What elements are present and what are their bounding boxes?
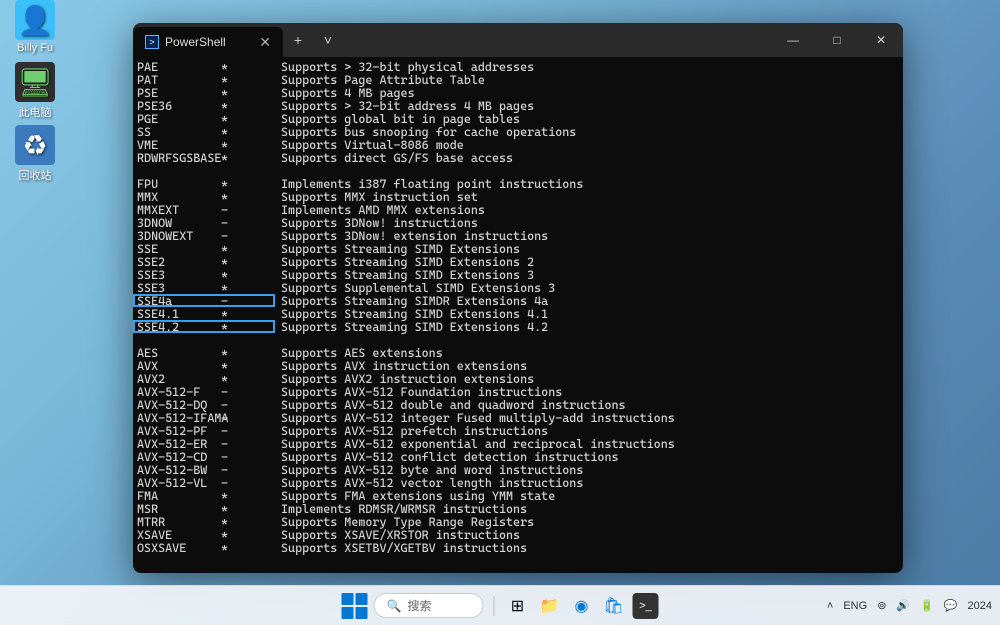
terminal-window: > PowerShell ✕ + ˅ — □ ✕ PAE*Supports > … [133,23,903,573]
file-explorer-icon[interactable]: 📁 [537,593,563,619]
terminal-row: 3DNOWEXT-Supports 3DNow! extension instr… [137,230,903,243]
edge-icon[interactable]: ◉ [569,593,595,619]
terminal-row: VME*Supports Virtual-8086 mode [137,139,903,152]
terminal-row: PSE36*Supports > 32-bit address 4 MB pag… [137,100,903,113]
titlebar-drag-region[interactable] [343,23,771,57]
minimize-button[interactable]: — [771,23,815,57]
terminal-row: MMX*Supports MMX instruction set [137,191,903,204]
taskbar: 🔍 搜索 ⊞ 📁 ◉ 🛍 >_ ˄ ENG ⊚ 🔊 🔋 💬 2024 [0,585,1000,625]
tab-title: PowerShell [165,35,226,49]
desktop-icon-label: Billy Fu [17,42,53,54]
tab-dropdown-button[interactable]: ˅ [313,23,343,57]
search-icon: 🔍 [387,599,402,613]
terminal-row: OSXSAVE*Supports XSETBV/XGETBV instructi… [137,542,903,555]
close-button[interactable]: ✕ [859,23,903,57]
terminal-row: SS*Supports bus snooping for cache opera… [137,126,903,139]
desktop-icon-recycle-bin[interactable]: ♻ 回收站 [5,125,65,183]
tray-language[interactable]: ENG [843,600,867,612]
powershell-icon: > [145,35,159,49]
tray-chevron-icon[interactable]: ˄ [827,600,833,612]
titlebar[interactable]: > PowerShell ✕ + ˅ — □ ✕ [133,23,903,57]
start-button[interactable] [342,593,368,619]
tab-close-icon[interactable]: ✕ [259,34,271,51]
volume-icon[interactable]: 🔊 [896,599,910,612]
terminal-row: FPU*Implements i387 floating point instr… [137,178,903,191]
search-placeholder: 搜索 [407,597,431,614]
battery-icon[interactable]: 🔋 [920,599,934,612]
terminal-output[interactable]: PAE*Supports > 32-bit physical addresses… [133,57,903,573]
terminal-row: PAE*Supports > 32-bit physical addresses [137,61,903,74]
desktop-icon-user[interactable]: 👤 Billy Fu [5,0,65,54]
terminal-row: MTRR*Supports Memory Type Range Register… [137,516,903,529]
terminal-row: SSE4.2*Supports Streaming SIMD Extension… [137,321,903,334]
clock-year[interactable]: 2024 [968,600,992,612]
store-icon[interactable]: 🛍 [601,593,627,619]
tab-powershell[interactable]: > PowerShell ✕ [133,27,283,57]
maximize-button[interactable]: □ [815,23,859,57]
terminal-taskbar-icon[interactable]: >_ [633,593,659,619]
terminal-row: MMXEXT-Implements AMD MMX extensions [137,204,903,217]
system-tray: ˄ ENG ⊚ 🔊 🔋 💬 2024 [827,599,992,612]
desktop-icon-this-pc[interactable]: 🖥 此电脑 [5,62,65,120]
user-folder-icon: 👤 [15,0,55,40]
terminal-row: RDWRFSGSBASE*Supports direct GS/FS base … [137,152,903,165]
taskbar-divider [494,596,495,616]
terminal-row: PAT*Supports Page Attribute Table [137,74,903,87]
recycle-bin-icon: ♻ [15,125,55,165]
notifications-icon[interactable]: 💬 [944,599,958,612]
wifi-icon[interactable]: ⊚ [877,599,886,612]
this-pc-icon: 🖥 [15,62,55,102]
desktop-icon-label: 此电脑 [19,104,52,120]
new-tab-button[interactable]: + [283,23,313,57]
desktop-icon-label: 回收站 [19,167,52,183]
taskbar-search[interactable]: 🔍 搜索 [374,593,484,618]
task-view-icon[interactable]: ⊞ [505,593,531,619]
